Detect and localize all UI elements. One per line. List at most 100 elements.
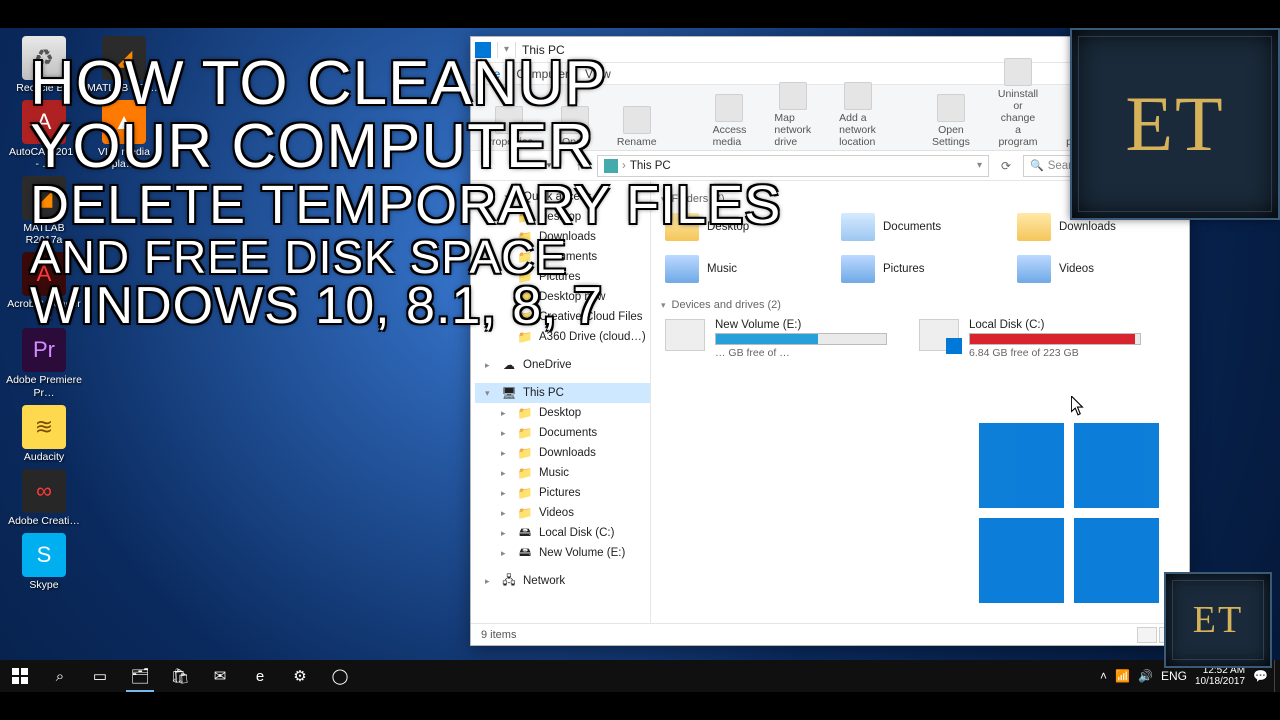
taskbar-file-explorer[interactable]: 🗂	[120, 660, 160, 692]
nav-item[interactable]: ▸🖧Network	[475, 571, 650, 591]
breadcrumb-root[interactable]: This PC	[630, 160, 671, 172]
ribbon-button[interactable]: Add a network location	[839, 82, 876, 148]
ribbon-tab-computer[interactable]: Computer	[516, 67, 569, 81]
window-title: This PC	[522, 43, 565, 57]
desktop-icon[interactable]: ♻Recycle Bin	[6, 36, 82, 94]
taskbar-obs[interactable]: ◯	[320, 660, 360, 692]
desktop-icon[interactable]: ∞Adobe Creati…	[6, 469, 82, 527]
start-button[interactable]	[0, 660, 40, 692]
desktop-icon[interactable]: PrAdobe Premiere Pr…	[6, 328, 82, 398]
folder-tile[interactable]: Pictures	[837, 251, 1003, 287]
expand-icon[interactable]: ▸	[501, 408, 511, 419]
taskbar-clock[interactable]: 12:52 AM 10/18/2017	[1195, 665, 1245, 687]
breadcrumb[interactable]: › This PC ▾	[597, 155, 989, 177]
nav-item[interactable]: ▸📁Downloads	[475, 443, 650, 463]
desktop-icon[interactable]: AAutoCAD 2017 - …	[6, 100, 82, 170]
drive-name: New Volume (E:)	[715, 319, 887, 331]
qat-down-icon[interactable]: ▾	[504, 44, 509, 55]
drive-tile[interactable]: New Volume (E:)… GB free of …	[661, 315, 891, 363]
folder-label: Downloads	[1059, 221, 1116, 233]
ribbon-tab-view[interactable]: View	[585, 67, 611, 81]
desktop-icon[interactable]: ◢MATLAB R20…	[86, 36, 162, 94]
ribbon-button[interactable]: Rename	[617, 106, 657, 148]
tray-network-icon[interactable]: 📶	[1115, 669, 1130, 683]
taskbar[interactable]: ⌕ ▭ 🗂 🛍 ✉ e ⚙ ◯ ˄ 📶 🔊 ENG 12:52 AM 10/18…	[0, 660, 1280, 692]
nav-item[interactable]: 📁Pictures	[475, 267, 650, 287]
desktop-icon[interactable]: ≋Audacity	[6, 405, 82, 463]
expand-icon[interactable]: ▸	[501, 468, 511, 479]
desktop-icon[interactable]: AAcrobat Reader DC	[6, 252, 82, 322]
nav-up-button[interactable]: ↑	[567, 155, 591, 177]
nav-forward-button[interactable]: →	[507, 155, 531, 177]
expand-icon[interactable]: ▸	[501, 428, 511, 439]
expand-icon[interactable]: ▾	[485, 192, 495, 203]
nav-item[interactable]: ▸📁Music	[475, 463, 650, 483]
nav-item[interactable]: ▸☁OneDrive	[475, 355, 650, 375]
nav-item-icon: 🖥	[501, 385, 517, 401]
expand-icon[interactable]: ▸	[485, 360, 495, 371]
taskbar-search-button[interactable]: ⌕	[40, 660, 80, 692]
desktop-icon-label: Adobe Premiere Pr…	[6, 374, 82, 398]
ribbon-button[interactable]: Access media	[713, 94, 747, 148]
nav-item[interactable]: ▸🖴Local Disk (C:)	[475, 523, 650, 543]
taskbar-mail[interactable]: ✉	[200, 660, 240, 692]
taskbar-edge[interactable]: e	[240, 660, 280, 692]
drive-name: Local Disk (C:)	[969, 319, 1141, 331]
nav-back-button[interactable]: ←	[477, 155, 501, 177]
expand-icon[interactable]: ▸	[501, 548, 511, 559]
taskbar-settings[interactable]: ⚙	[280, 660, 320, 692]
tray-language[interactable]: ENG	[1161, 669, 1187, 683]
nav-item[interactable]: ▸📁Desktop	[475, 403, 650, 423]
ribbon-tab-file[interactable]: File	[481, 67, 500, 81]
folder-tile[interactable]: Desktop	[661, 209, 827, 245]
drives-header[interactable]: Devices and drives (2)	[661, 299, 1179, 311]
nav-item[interactable]: ▸📁Documents	[475, 423, 650, 443]
nav-item[interactable]: 📁Desktop new	[475, 287, 650, 307]
folder-tile[interactable]: Documents	[837, 209, 1003, 245]
desktop-icon[interactable]: SSkype	[6, 533, 82, 591]
breadcrumb-chevron-icon[interactable]: ›	[622, 160, 626, 172]
show-desktop-button[interactable]	[1274, 660, 1280, 692]
ribbon-button[interactable]: Open Settings	[932, 94, 970, 148]
expand-icon[interactable]: ▸	[501, 488, 511, 499]
nav-item[interactable]: ▾🖥This PC	[475, 383, 650, 403]
view-details-button[interactable]	[1137, 627, 1157, 643]
refresh-button[interactable]: ⟳	[995, 155, 1017, 177]
nav-item[interactable]: ▸📁Videos	[475, 503, 650, 523]
nav-item-icon: 🖴	[517, 525, 533, 541]
folder-tile[interactable]: Videos	[1013, 251, 1179, 287]
nav-item[interactable]: ▸📁Pictures	[475, 483, 650, 503]
app-icon: ≋	[22, 405, 66, 449]
ribbon-button[interactable]: Open	[561, 106, 589, 148]
nav-recent-button[interactable]: ▾	[537, 155, 561, 177]
nav-item[interactable]: ▾★Quick access	[475, 187, 650, 207]
ribbon-button[interactable]: Uninstall or change a program	[998, 58, 1038, 148]
expand-icon[interactable]: ▾	[485, 388, 495, 399]
folder-tile[interactable]: Music	[661, 251, 827, 287]
action-center-icon[interactable]: 💬	[1253, 669, 1268, 683]
nav-item-icon: 📁	[517, 445, 533, 461]
desktop-icon[interactable]: ◢MATLAB R2017a	[6, 176, 82, 246]
ribbon-button[interactable]: Map network drive	[774, 82, 811, 148]
expand-icon[interactable]: ▸	[501, 508, 511, 519]
ribbon-button[interactable]: Properties	[485, 106, 533, 148]
nav-item[interactable]: 📁Downloads	[475, 227, 650, 247]
desktop-icon[interactable]: ▲VLC media pla…	[86, 100, 162, 170]
taskbar-store[interactable]: 🛍	[160, 660, 200, 692]
nav-item[interactable]: 📁Creative Cloud Files	[475, 307, 650, 327]
taskbar-taskview-button[interactable]: ▭	[80, 660, 120, 692]
drive-tile[interactable]: Local Disk (C:)6.84 GB free of 223 GB	[915, 315, 1145, 363]
tray-volume-icon[interactable]: 🔊	[1138, 669, 1153, 683]
navigation-pane[interactable]: ▾★Quick access📁Desktop📁Downloads📁Documen…	[471, 181, 651, 623]
breadcrumb-drop-icon[interactable]: ▾	[977, 160, 982, 171]
expand-icon[interactable]: ▸	[485, 576, 495, 587]
ribbon-icon	[495, 106, 523, 134]
content-pane[interactable]: Folders (7) DesktopDocumentsDownloadsMus…	[651, 181, 1189, 623]
expand-icon[interactable]: ▸	[501, 528, 511, 539]
nav-item[interactable]: ▸🖴New Volume (E:)	[475, 543, 650, 563]
nav-item[interactable]: 📁Desktop	[475, 207, 650, 227]
nav-item[interactable]: 📁A360 Drive (cloud…)	[475, 327, 650, 347]
nav-item[interactable]: 📁Documents	[475, 247, 650, 267]
tray-overflow-icon[interactable]: ˄	[1100, 669, 1107, 683]
expand-icon[interactable]: ▸	[501, 448, 511, 459]
